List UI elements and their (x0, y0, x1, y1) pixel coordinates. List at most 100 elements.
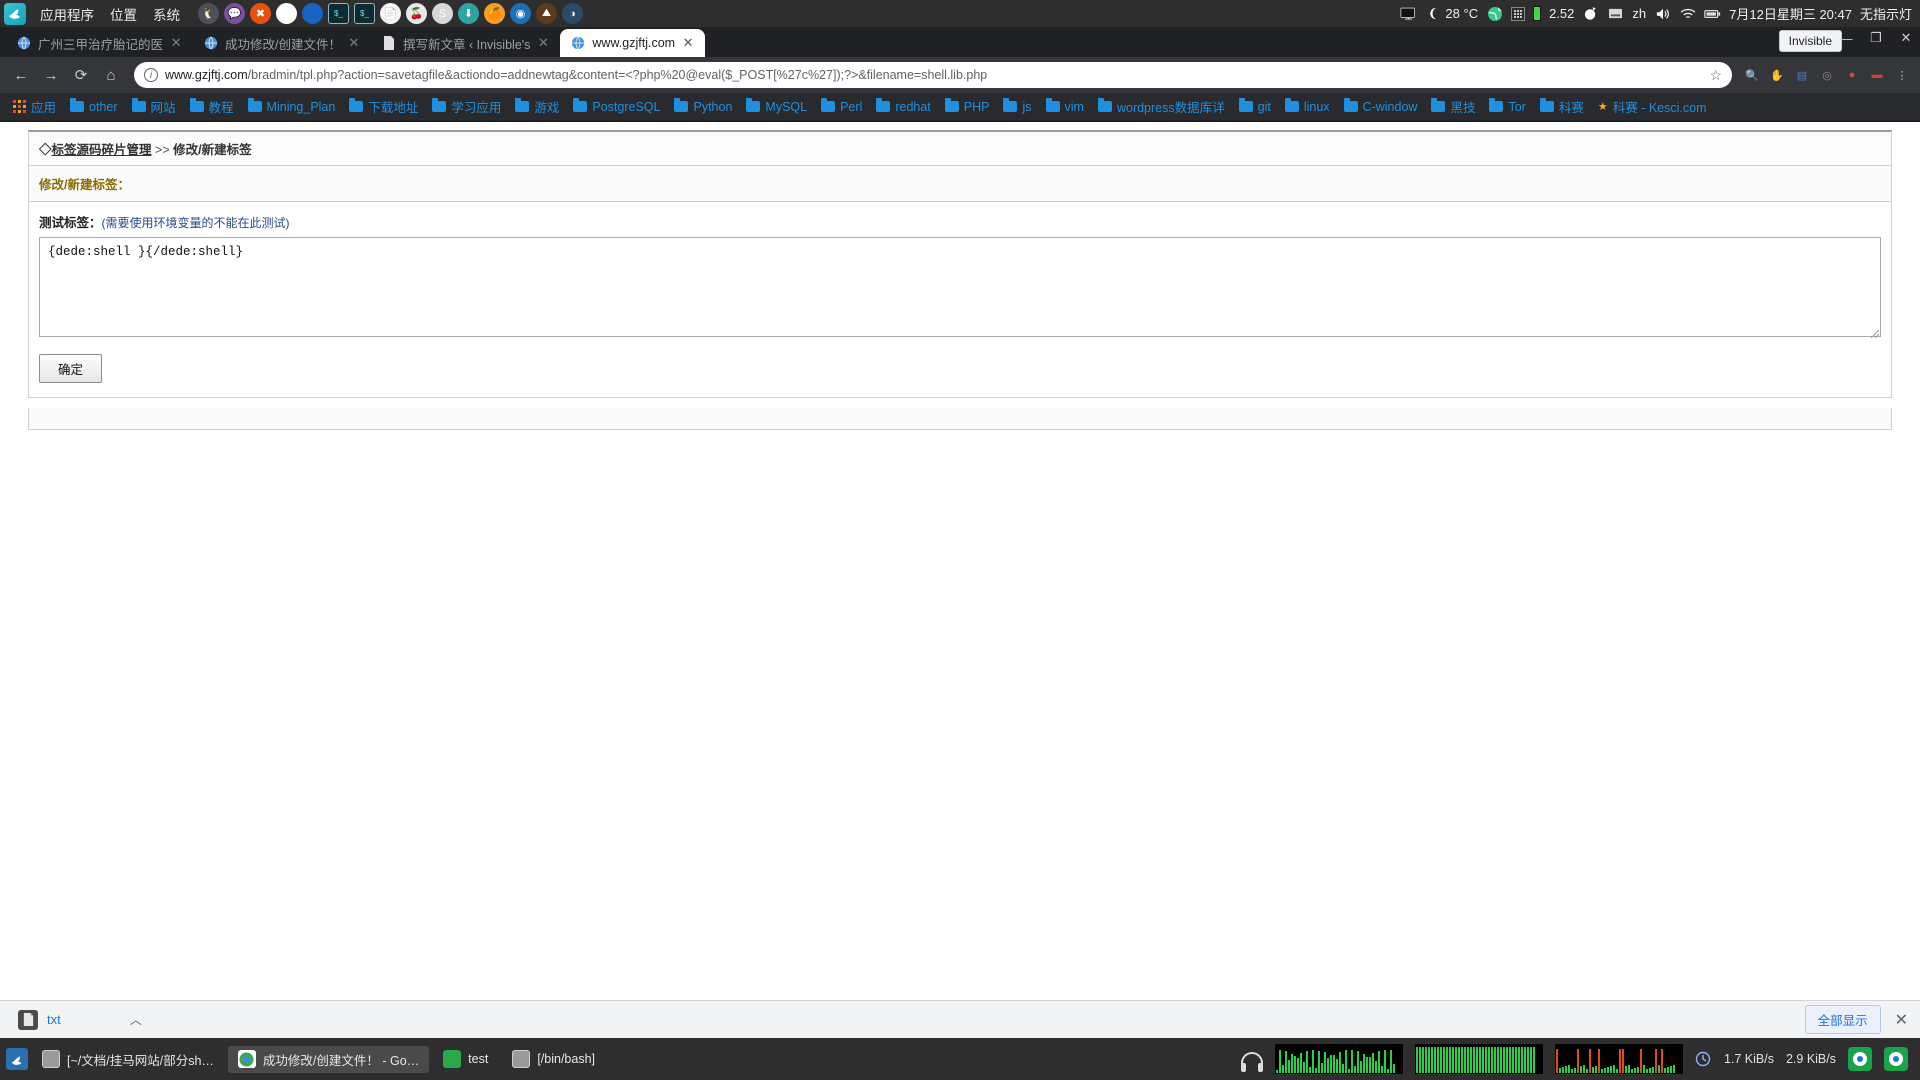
bookmark-item[interactable]: 应用 (6, 97, 63, 116)
volume-icon[interactable] (1654, 5, 1671, 22)
profile-icon[interactable]: ▬ (1867, 65, 1887, 85)
star-icon[interactable]: ☆ (1709, 67, 1722, 84)
bookmark-item[interactable]: MySQL (739, 98, 814, 114)
forward-arrow-icon[interactable]: → (38, 62, 64, 88)
tab-close-button[interactable]: ✕ (681, 35, 695, 51)
dolphin-logo-icon[interactable] (4, 2, 26, 25)
tampermonkey-extension-icon[interactable]: ● (1842, 65, 1862, 85)
headphone-icon[interactable] (1240, 1052, 1263, 1072)
bookmark-item[interactable]: Perl (814, 98, 869, 114)
menu-applications[interactable]: 应用程序 (32, 4, 102, 24)
terminal-icon[interactable]: $_ (328, 3, 349, 24)
bookmark-item[interactable]: Mining_Plan (241, 98, 343, 114)
adblock-extension-icon[interactable]: ✋ (1767, 65, 1787, 85)
chrome-icon[interactable] (276, 3, 297, 24)
bookmark-item[interactable]: 学习应用 (425, 97, 508, 116)
network-icon[interactable] (1679, 5, 1696, 22)
home-icon[interactable]: ⌂ (98, 62, 124, 88)
keyboard-layout-label[interactable]: zh (1632, 6, 1646, 21)
show-all-downloads-button[interactable]: 全部显示 (1804, 1005, 1881, 1034)
bookmark-label: PostgreSQL (592, 99, 661, 114)
bookmark-item[interactable]: linux (1278, 98, 1337, 114)
bookmark-item[interactable]: other (63, 98, 125, 114)
chat-icon[interactable]: 💬 (224, 3, 245, 24)
bookmark-item[interactable]: redhat (869, 98, 937, 114)
firefox-icon[interactable] (302, 3, 323, 24)
chevron-up-icon[interactable]: ︿ (130, 1011, 142, 1028)
menu-system[interactable]: 系统 (145, 4, 188, 24)
steam-icon[interactable]: ◑ (562, 3, 583, 24)
taskbar-app[interactable]: [~/文档/挂马网站/部分sh… (32, 1046, 224, 1073)
battery-icon[interactable] (1704, 5, 1721, 22)
orange-icon[interactable]: 🍊 (484, 3, 505, 24)
wireshark-icon[interactable]: ◉ (510, 3, 531, 24)
cpu-graph-icon[interactable] (1274, 1044, 1403, 1074)
info-circle-icon[interactable]: i (144, 68, 158, 82)
download-item[interactable]: txt ︿ (12, 1007, 212, 1033)
globe-icon[interactable] (1486, 5, 1503, 22)
taskbar-app[interactable]: test (433, 1046, 498, 1072)
tab-close-button[interactable]: ✕ (536, 35, 550, 51)
keyboard-icon[interactable] (1607, 5, 1624, 22)
bookmark-item[interactable]: PostgreSQL (566, 98, 667, 114)
display-icon[interactable] (1400, 5, 1417, 22)
bookmark-item[interactable]: js (996, 98, 1038, 114)
chrome-tray-icon-2[interactable] (1884, 1047, 1908, 1071)
browser-tab[interactable]: www.gzjftj.com ✕ (560, 29, 706, 57)
xchat-icon[interactable]: ✖ (250, 3, 271, 24)
pidgin-icon[interactable]: 🐧 (198, 3, 219, 24)
bookmark-item[interactable]: Python (667, 98, 739, 114)
shield-extension-icon[interactable]: ◎ (1817, 65, 1837, 85)
weather-status[interactable]: 28 °C (1425, 5, 1478, 22)
close-shelf-button[interactable]: ✕ (1895, 1010, 1908, 1030)
note-extension-icon[interactable]: ▤ (1792, 65, 1812, 85)
browser-tab[interactable]: 成功修改/创建文件！ ✕ (193, 29, 371, 57)
bluetooth-icon[interactable] (1582, 5, 1599, 22)
browser-tab[interactable]: 撰写新文章 ‹ Invisible's ✕ (371, 29, 560, 57)
bookmark-item[interactable]: PHP (938, 98, 997, 114)
search-extension-icon[interactable]: 🔍 (1742, 65, 1762, 85)
start-menu-icon[interactable] (6, 1048, 28, 1070)
sublime-icon[interactable]: S (432, 3, 453, 24)
indicator-label[interactable]: 无指示灯 (1860, 4, 1912, 23)
bookmark-item[interactable]: wordpress数据库详 (1091, 97, 1232, 116)
breadcrumb-root-link[interactable]: 标签源码碎片管理 (52, 143, 152, 157)
address-bar[interactable]: i www.gzjftj.com/bradmin/tpl.php?action=… (134, 62, 1732, 88)
bookmark-item[interactable]: 游戏 (508, 97, 566, 116)
minimize-button[interactable]: — (1838, 31, 1854, 46)
bookmark-item[interactable]: 黑技 (1424, 97, 1482, 116)
bookmark-item[interactable]: 网站 (125, 97, 183, 116)
menu-places[interactable]: 位置 (102, 4, 145, 24)
chrome-tray-icon[interactable] (1848, 1047, 1872, 1071)
back-arrow-icon[interactable]: ← (8, 62, 34, 88)
bookmark-item[interactable]: 教程 (183, 97, 241, 116)
cherrytree-icon[interactable]: 🍒 (406, 3, 427, 24)
clock-icon[interactable] (1695, 1051, 1712, 1068)
maximize-button[interactable]: ❐ (1868, 30, 1884, 46)
bookmark-item[interactable]: ★ 科赛 - Kesci.com (1591, 97, 1714, 116)
menu-icon[interactable]: ⋮ (1892, 65, 1912, 85)
reload-icon[interactable]: ⟳ (68, 62, 94, 88)
memory-graph-icon[interactable] (1414, 1044, 1543, 1074)
network-graph-icon[interactable] (1554, 1044, 1683, 1074)
minecraft-icon[interactable]: ⛰ (536, 3, 557, 24)
bookmark-item[interactable]: git (1232, 98, 1278, 114)
tag-code-textarea[interactable]: {dede:shell }{/dede:shell} (39, 237, 1881, 337)
bookmark-item[interactable]: 下载地址 (342, 97, 425, 116)
text-editor-icon[interactable]: 📄 (380, 3, 401, 24)
tab-close-button[interactable]: ✕ (169, 35, 183, 51)
taskbar-app[interactable]: [/bin/bash] (502, 1046, 605, 1072)
browser-tab[interactable]: 广州三甲治疗胎记的医 ✕ (6, 29, 193, 57)
bookmark-item[interactable]: 科赛 (1533, 97, 1591, 116)
bookmark-item[interactable]: Tor (1482, 98, 1532, 114)
tab-close-button[interactable]: ✕ (347, 35, 361, 51)
terminal-2-icon[interactable]: $_ (354, 3, 375, 24)
clock-label[interactable]: 7月12日星期三 20:47 (1729, 4, 1852, 23)
bookmark-item[interactable]: C-window (1337, 98, 1425, 114)
bookmark-item[interactable]: vim (1039, 98, 1091, 114)
close-window-button[interactable]: ✕ (1898, 30, 1914, 46)
bookmark-label: 科赛 (1558, 101, 1584, 115)
submit-button[interactable]: 确定 (39, 354, 103, 383)
taskbar-app[interactable]: 成功修改/创建文件！ - Go… (227, 1045, 430, 1073)
download-manager-icon[interactable]: ⬇ (458, 3, 479, 24)
